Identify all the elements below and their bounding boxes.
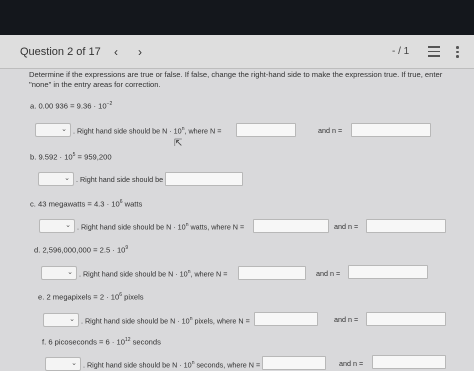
item-b-label: b. 9.592 · 105 = 959,200	[30, 152, 112, 162]
item-e-exp-input[interactable]	[366, 312, 446, 326]
item-a-text: . Right hand side should be N · 10n, whe…	[73, 126, 222, 136]
question-title: Question 2 of 17	[20, 46, 101, 58]
item-f-exp-input[interactable]	[372, 355, 446, 369]
instructions: Determine if the expressions are true or…	[29, 70, 443, 89]
mouse-cursor-icon: ⇱	[174, 138, 183, 149]
item-e-and-label: and n =	[334, 315, 359, 324]
item-f-label: f. 6 picoseconds = 6 · 1012 seconds	[42, 337, 161, 347]
item-e-text: . Right hand side should be N · 10n pixe…	[81, 316, 250, 326]
browser-top-bar	[0, 0, 474, 35]
chevron-right-icon[interactable]: ›	[138, 45, 142, 59]
item-c-exp-input[interactable]	[366, 219, 446, 233]
item-a-exp-input[interactable]	[351, 123, 431, 137]
item-f-and-label: and n =	[339, 359, 364, 368]
item-b-dropdown[interactable]: ⌄	[38, 172, 74, 186]
item-e-dropdown[interactable]: ⌄	[43, 313, 79, 327]
item-a-dropdown[interactable]: ⌄	[35, 123, 71, 137]
item-a-label: a. 0.00 936 = 9.36 · 10−2	[30, 101, 113, 111]
item-a-and-label: and n =	[318, 126, 343, 135]
item-c-text: . Right hand side should be N · 10n watt…	[77, 222, 245, 232]
item-c-and-label: and n =	[334, 222, 359, 231]
item-c-n-input[interactable]	[253, 219, 329, 233]
item-d-exp-input[interactable]	[348, 265, 428, 279]
score-counter: - / 1	[392, 46, 410, 57]
item-c-dropdown[interactable]: ⌄	[39, 219, 75, 233]
item-f-text: . Right hand side should be N · 10n seco…	[83, 360, 261, 370]
item-a-n-input[interactable]	[236, 123, 296, 137]
item-f-n-input[interactable]	[262, 356, 326, 370]
chevron-left-icon[interactable]: ‹	[114, 45, 118, 59]
item-d-text: . Right hand side should be N · 10n, whe…	[79, 269, 228, 279]
item-d-label: d. 2,596,000,000 = 2.5 · 109	[34, 245, 129, 255]
item-b-input[interactable]	[165, 172, 243, 186]
list-icon[interactable]	[428, 46, 440, 57]
item-d-dropdown[interactable]: ⌄	[41, 266, 77, 280]
item-f-dropdown[interactable]: ⌄	[45, 357, 81, 371]
more-vertical-icon[interactable]	[455, 46, 459, 58]
item-b-text: . Right hand side should be	[76, 175, 164, 184]
item-e-n-input[interactable]	[254, 312, 318, 326]
item-d-n-input[interactable]	[238, 266, 306, 280]
item-d-and-label: and n =	[316, 269, 341, 278]
item-c-label: c. 43 megawatts = 4.3 · 106 watts	[30, 199, 143, 209]
item-e-label: e. 2 megapixels = 2 · 106 pixels	[38, 292, 144, 302]
